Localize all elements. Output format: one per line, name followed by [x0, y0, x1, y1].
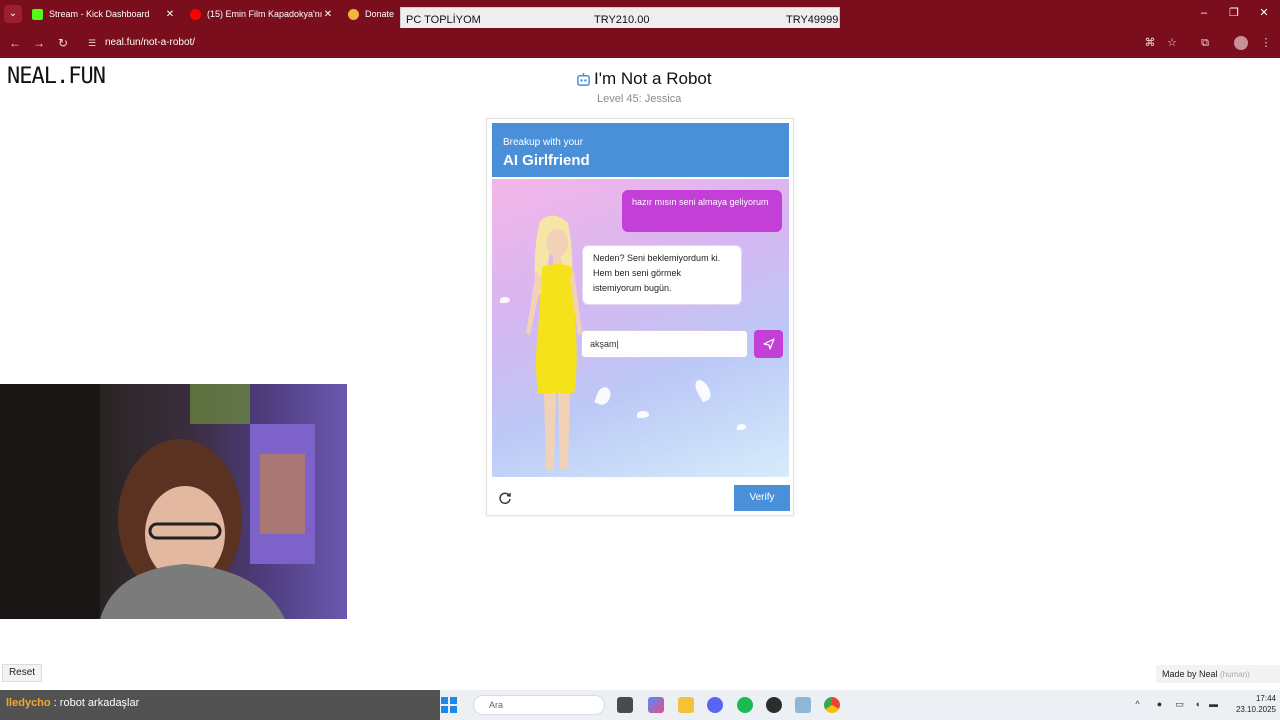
send-button[interactable] [754, 330, 783, 358]
donate-icon [348, 8, 359, 20]
file-explorer-icon[interactable] [678, 697, 694, 713]
captcha-card: Breakup with your AI Girlfriend hazır mı… [486, 118, 794, 516]
ai-message-bubble: Neden? Seni beklemiyordum ki. Hem ben se… [582, 245, 742, 305]
copilot-icon[interactable] [648, 697, 664, 713]
petal-decoration [737, 424, 746, 430]
tab-title: Stream - Kick Dashboard [49, 9, 150, 19]
made-by-text: Made by Neal [1162, 669, 1218, 679]
petal-decoration [500, 297, 510, 303]
window-close-icon[interactable]: ✕ [1257, 6, 1271, 20]
clock-date: 23.10.2025 [1235, 705, 1276, 714]
petal-decoration [637, 411, 649, 418]
site-logo[interactable]: NEAL.FUN [7, 64, 106, 89]
microphone-icon[interactable]: ● [1154, 699, 1165, 710]
battery-icon[interactable]: ▬ [1208, 699, 1219, 710]
taskbar-search[interactable]: Ara [473, 695, 605, 715]
petal-decoration [594, 385, 613, 407]
refresh-challenge-button[interactable] [496, 489, 514, 507]
spotify-icon[interactable] [737, 697, 753, 713]
challenge-instruction: Breakup with your [503, 137, 584, 148]
message-input[interactable]: akşam| [581, 330, 748, 358]
clock-time: 17:44 [1255, 694, 1276, 703]
level-label: Level 45: Jessica [597, 93, 682, 105]
browser-toolbar: ← → ↻ ☰ neal.fun/not-a-robot/ ⌘ ☆ ⧉ ⋮ [0, 28, 1280, 58]
chat-text: : robot arkadaşlar [53, 697, 140, 709]
reload-icon[interactable]: ↻ [56, 36, 70, 50]
tab-kick-dashboard[interactable]: Stream - Kick Dashboard ✕ [26, 3, 182, 25]
translate-icon[interactable]: ⌘ [1143, 36, 1157, 50]
donation-amount: TRY210.00 [594, 14, 650, 26]
discord-icon[interactable] [707, 697, 723, 713]
streamer-webcam-image [0, 384, 315, 619]
tab-title: (15) Emin Film Kapadokya'nın G [207, 9, 322, 19]
reset-button[interactable]: Reset [2, 664, 42, 682]
tab-youtube-video[interactable]: (15) Emin Film Kapadokya'nın G ✕ [184, 3, 340, 25]
more-menu-icon[interactable]: ⋮ [1259, 36, 1273, 50]
made-by-subtext: (human) [1220, 670, 1250, 679]
site-info-icon[interactable]: ☰ [88, 38, 98, 48]
chat-scene: hazır mısın seni almaya geliyorum Neden?… [492, 179, 789, 477]
screen: ⌄ Stream - Kick Dashboard ✕ (15) Emin Fi… [0, 0, 1280, 720]
youtube-icon [190, 8, 201, 20]
task-view-icon[interactable] [617, 697, 633, 713]
settings-icon[interactable] [795, 697, 811, 713]
profile-avatar[interactable] [1234, 36, 1248, 50]
robot-icon [577, 72, 590, 86]
close-icon[interactable]: ✕ [164, 9, 176, 20]
page-title: I'm Not a Robot [576, 69, 712, 89]
close-icon[interactable]: ✕ [322, 9, 334, 20]
minimize-icon[interactable]: – [1197, 6, 1211, 20]
made-by-credit[interactable]: Made by Neal (human) [1156, 665, 1280, 683]
stream-chat-message: lledycho : robot arkadaşlar [0, 690, 440, 720]
petal-decoration [692, 377, 714, 403]
bookmark-star-icon[interactable]: ☆ [1165, 36, 1179, 50]
chat-username: lledycho [6, 697, 51, 709]
extensions-icon[interactable]: ⧉ [1198, 36, 1212, 50]
challenge-header: Breakup with your AI Girlfriend [492, 123, 789, 177]
refresh-icon [499, 492, 511, 504]
page-title-text: I'm Not a Robot [594, 69, 712, 88]
donation-goal: TRY49999 [786, 14, 839, 26]
obs-icon[interactable] [766, 697, 782, 713]
kick-icon [32, 8, 43, 20]
send-icon [762, 338, 775, 350]
windows-taskbar: Ara ^ ● ▭ ◖ ▬ 17:44 23.10.2025 [440, 690, 1280, 720]
tab-title: Donate B [365, 9, 396, 19]
donor-name: PC TOPLİYOM [406, 14, 481, 26]
network-icon[interactable]: ▭ [1174, 699, 1185, 710]
challenge-title: AI Girlfriend [503, 152, 590, 169]
forward-icon[interactable]: → [32, 36, 46, 50]
url-field[interactable]: neal.fun/not-a-robot/ [105, 37, 195, 48]
maximize-icon[interactable]: ❐ [1227, 6, 1241, 20]
volume-icon[interactable]: ◖ [1192, 699, 1203, 710]
user-message-bubble: hazır mısın seni almaya geliyorum [622, 190, 782, 232]
tab-search-icon[interactable]: ⌄ [4, 5, 22, 23]
verify-button[interactable]: Verify [734, 485, 790, 511]
windows-start-icon[interactable] [441, 697, 457, 713]
tab-donate[interactable]: Donate B [342, 3, 402, 25]
webcam-overlay [0, 384, 347, 619]
taskbar-clock[interactable]: 17:44 23.10.2025 [1226, 693, 1276, 715]
ai-girlfriend-image [526, 215, 582, 469]
chrome-icon[interactable] [824, 697, 840, 713]
back-icon[interactable]: ← [8, 36, 22, 50]
tray-chevron-icon[interactable]: ^ [1132, 699, 1143, 710]
